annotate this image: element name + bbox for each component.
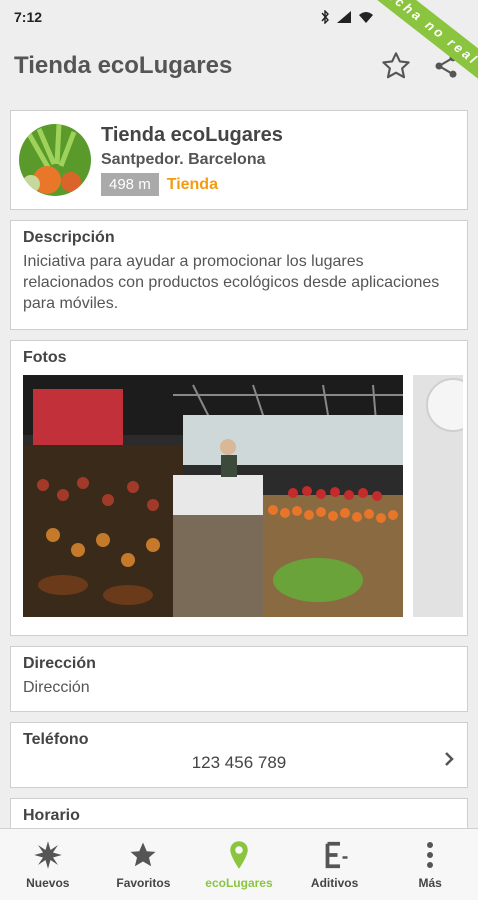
star-icon xyxy=(130,842,156,866)
burst-icon xyxy=(34,840,62,869)
nav-item-ecolugares[interactable]: ecoLugares xyxy=(191,829,287,900)
nav-item-mas[interactable]: Más xyxy=(382,829,478,900)
nav-label-nuevos: Nuevos xyxy=(26,875,70,890)
nav-label-ecolugares: ecoLugares xyxy=(205,875,273,890)
place-location: Santpedor. Barcelona xyxy=(101,151,266,168)
address-label: Dirección xyxy=(23,655,96,672)
bluetooth-icon xyxy=(321,10,329,24)
location-pin-icon xyxy=(230,840,248,869)
photos-carousel[interactable] xyxy=(23,375,463,617)
more-vertical-icon xyxy=(427,841,434,868)
nav-label-aditivos: Aditivos xyxy=(310,875,359,890)
place-avatar xyxy=(19,124,91,196)
page-title: Tienda ecoLugares xyxy=(14,52,233,79)
description-label: Descripción xyxy=(23,229,115,246)
description-card: Descripción Iniciativa para ayudar a pro… xyxy=(10,220,468,330)
bottom-navigation: Nuevos Favoritos ecoLugares Aditivos Más xyxy=(0,828,478,900)
phone-card[interactable]: Teléfono 123 456 789 xyxy=(10,722,468,788)
wifi-icon xyxy=(359,12,373,23)
description-text: Iniciativa para ayudar a promocionar los… xyxy=(23,253,440,312)
chevron-right-icon xyxy=(443,751,455,772)
place-header-card: Tienda ecoLugares Santpedor. Barcelona 4… xyxy=(10,110,468,210)
nav-item-nuevos[interactable]: Nuevos xyxy=(0,829,96,900)
nav-label-mas: Más xyxy=(418,875,442,890)
e-number-icon xyxy=(325,841,348,868)
status-bar: 7:12 Ficha no real xyxy=(0,0,478,98)
store-photo[interactable] xyxy=(23,375,403,617)
photos-card: Fotos xyxy=(10,340,468,636)
photos-label: Fotos xyxy=(23,349,67,366)
nav-label-favoritos: Favoritos xyxy=(116,875,171,890)
nav-item-aditivos[interactable]: Aditivos xyxy=(287,829,383,900)
distance-badge: 498 m xyxy=(101,173,159,196)
address-card: Dirección Dirección xyxy=(10,646,468,712)
phone-number[interactable]: 123 456 789 xyxy=(23,753,455,773)
place-name: Tienda ecoLugares xyxy=(101,124,283,146)
address-value: Dirección xyxy=(23,679,90,696)
star-outline-icon xyxy=(382,52,410,79)
hours-label: Horario xyxy=(23,807,80,824)
app-bar: Tienda ecoLugares xyxy=(0,34,478,98)
category-label: Tienda xyxy=(166,175,218,193)
favorite-button[interactable] xyxy=(378,48,414,84)
status-time: 7:12 xyxy=(14,9,43,25)
signal-icon xyxy=(337,11,351,23)
phone-label: Teléfono xyxy=(23,731,89,748)
store-photo-next[interactable] xyxy=(413,375,463,617)
status-icons xyxy=(320,10,374,24)
nav-item-favoritos[interactable]: Favoritos xyxy=(96,829,192,900)
